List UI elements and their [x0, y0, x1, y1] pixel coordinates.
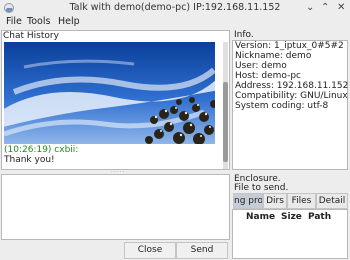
info-host: Host: demo-pc	[235, 71, 301, 81]
close-icon[interactable]: ✕	[337, 2, 345, 14]
info-panel: Version: 1_iptux_0#5#2 Nickname: demo Us…	[232, 40, 348, 170]
column-path[interactable]: Path	[308, 212, 331, 222]
menu-file[interactable]: File	[6, 16, 22, 27]
close-button[interactable]: Close	[124, 242, 176, 259]
column-size[interactable]: Size	[281, 212, 302, 222]
file-to-send-label: File to send.	[234, 183, 289, 193]
message-text: Thank you!	[4, 155, 55, 165]
minimize-icon[interactable]: ⌄	[306, 2, 314, 14]
title-bar: Talk with demo(demo-pc) IP:192.168.11.15…	[0, 0, 350, 16]
tab-detail[interactable]: Detail	[316, 193, 348, 209]
sky-tree-image	[4, 42, 215, 144]
info-nickname: Nickname: demo	[235, 51, 312, 61]
chat-history-panel: Chat History (10:26:19) cxbii: Thank you…	[1, 30, 230, 170]
menu-bar: File Tools Help	[0, 16, 350, 29]
tab-dirs[interactable]: Dirs	[263, 193, 287, 209]
chat-scrollbar[interactable]	[223, 42, 228, 169]
info-compatibility: Compatibility: GNU/Linux	[235, 91, 348, 101]
message-time-sender: (10:26:19) cxbii:	[4, 145, 79, 155]
info-system-coding: System coding: utf-8	[235, 101, 329, 111]
info-user: User: demo	[235, 61, 287, 71]
menu-help[interactable]: Help	[58, 16, 80, 27]
tab-sending-progress[interactable]: ng pro	[233, 193, 263, 209]
chat-scroll-thumb[interactable]	[223, 82, 228, 162]
message-input[interactable]	[1, 174, 230, 240]
send-button[interactable]: Send	[176, 242, 228, 259]
info-label: Info.	[234, 30, 254, 40]
info-version: Version: 1_iptux_0#5#2	[235, 41, 344, 51]
maximize-icon[interactable]: ⌃	[321, 2, 329, 14]
window-title: Talk with demo(demo-pc) IP:192.168.11.15…	[69, 2, 281, 13]
tab-files[interactable]: Files	[287, 193, 316, 209]
info-address: Address: 192.168.11.152	[235, 81, 349, 91]
menu-tools[interactable]: Tools	[27, 16, 50, 27]
enclosure-file-list[interactable]: Name Size Path	[232, 209, 348, 259]
column-name[interactable]: Name	[246, 212, 275, 222]
chat-history-label: Chat History	[3, 31, 59, 41]
